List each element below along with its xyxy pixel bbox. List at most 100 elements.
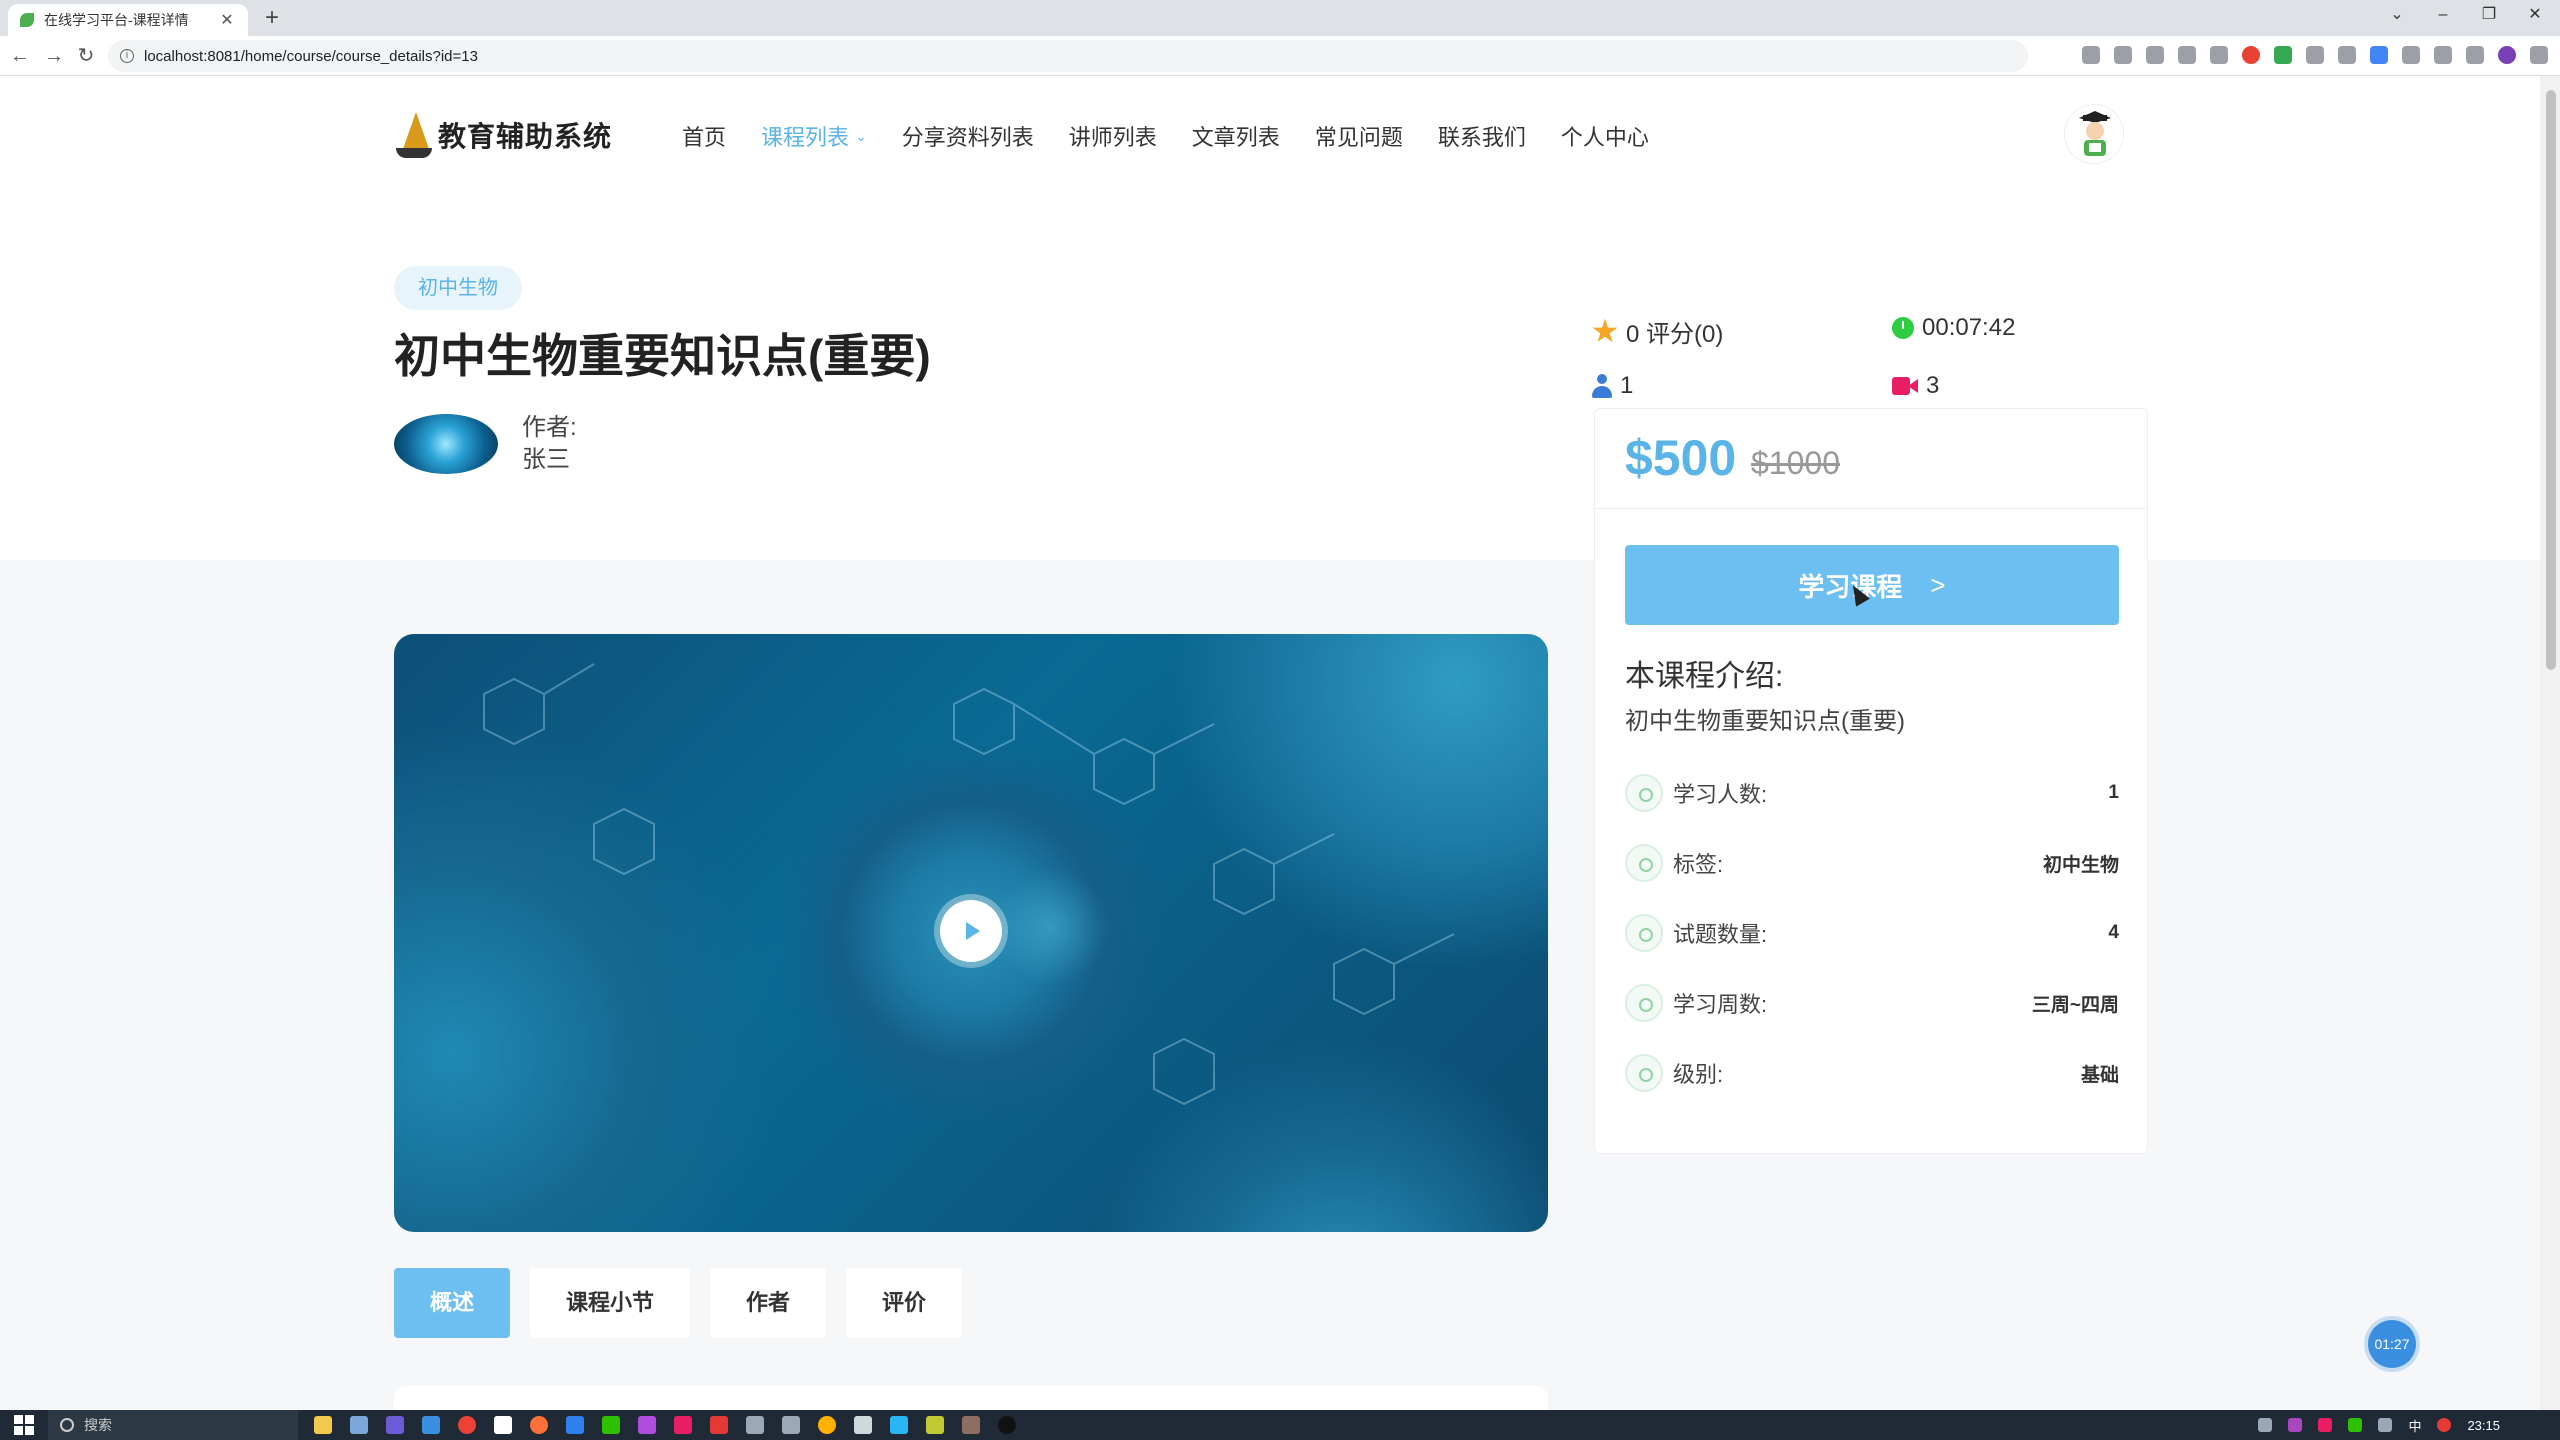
zoom-icon[interactable]: [2114, 46, 2132, 64]
volume-icon[interactable]: [2378, 1418, 2393, 1432]
tray-icon[interactable]: [2348, 1418, 2363, 1432]
back-arrow-icon[interactable]: ←: [6, 42, 34, 70]
restore-button[interactable]: ❐: [2466, 0, 2512, 32]
tray-icon[interactable]: [2258, 1418, 2273, 1432]
extension-icons: [2082, 46, 2548, 64]
site-info-icon[interactable]: i: [120, 49, 134, 63]
translate-extension-icon[interactable]: [2370, 46, 2388, 64]
app-icon[interactable]: [746, 1416, 764, 1434]
nav-contact[interactable]: 联系我们: [1438, 120, 1526, 152]
course-title: 初中生物重要知识点(重要): [394, 330, 931, 382]
taskbar-search[interactable]: 搜索: [48, 1410, 298, 1440]
tab-author[interactable]: 作者: [710, 1268, 827, 1338]
app-icon[interactable]: [566, 1416, 584, 1434]
info-value: 初中生物: [2042, 854, 2119, 876]
app-icon[interactable]: [494, 1416, 512, 1434]
file-explorer-icon[interactable]: [314, 1416, 332, 1434]
sailboat-logo-icon: [394, 112, 434, 158]
price-row: $500 $1000: [1595, 409, 2147, 509]
share-icon[interactable]: [2146, 46, 2164, 64]
tab-search-icon[interactable]: ⌄: [2374, 0, 2420, 32]
course-tag-badge[interactable]: 初中生物: [394, 266, 522, 310]
app-icon[interactable]: [422, 1416, 440, 1434]
new-tab-button[interactable]: +: [258, 4, 286, 32]
app-icon[interactable]: [962, 1416, 980, 1434]
app-icon[interactable]: [674, 1416, 692, 1434]
nav-shared-materials[interactable]: 分享资料列表: [902, 120, 1034, 152]
site-logo[interactable]: 教育辅助系统: [394, 112, 612, 158]
os-taskbar: 搜索 中 23:15: [0, 1410, 2560, 1440]
key-icon[interactable]: [2082, 46, 2100, 64]
app-icon[interactable]: [854, 1416, 872, 1434]
info-label: 学习人数:: [1673, 782, 1768, 807]
browser-tab[interactable]: 在线学习平台-课程详情 ✕: [8, 4, 248, 36]
app-icon[interactable]: [998, 1416, 1016, 1434]
tab-sections[interactable]: 课程小节: [530, 1268, 691, 1338]
info-row-tag: 标签: 初中生物: [1625, 843, 2119, 883]
tray-icon[interactable]: [2318, 1418, 2333, 1432]
tab-reviews[interactable]: 评价: [846, 1268, 963, 1338]
tab-overview[interactable]: 概述: [394, 1268, 511, 1338]
rating-text: 0 评分(0): [1626, 321, 1724, 348]
taskbar-apps: [314, 1416, 1016, 1434]
nav-lecturers[interactable]: 讲师列表: [1069, 120, 1157, 152]
clock-text[interactable]: 23:15: [2467, 1418, 2500, 1433]
address-bar[interactable]: i localhost:8081/home/course/course_deta…: [108, 40, 2028, 72]
wechat-icon[interactable]: [602, 1416, 620, 1434]
info-value: 1: [2108, 782, 2119, 803]
profile-avatar-icon[interactable]: [2498, 46, 2516, 64]
close-tab-icon[interactable]: ✕: [218, 10, 236, 30]
taskbar-search-label: 搜索: [84, 1417, 112, 1433]
minimize-button[interactable]: –: [2420, 0, 2466, 32]
app-icon[interactable]: [890, 1416, 908, 1434]
study-course-button[interactable]: 学习课程 >: [1625, 545, 2119, 625]
nav-personal-center[interactable]: 个人中心: [1561, 120, 1649, 152]
current-price: $500: [1625, 430, 1737, 486]
app-icon[interactable]: [926, 1416, 944, 1434]
chrome-icon[interactable]: [458, 1416, 476, 1434]
tray-icon[interactable]: [2437, 1418, 2452, 1432]
play-video-button[interactable]: [940, 900, 1002, 962]
course-intro-text: 初中生物重要知识点(重要): [1625, 708, 1905, 735]
reload-icon[interactable]: ↻: [72, 42, 100, 70]
author-label: 作者:: [522, 414, 577, 441]
course-purchase-card: $500 $1000 学习课程 > 本课程介绍: 初中生物重要知识点(重要) 学…: [1594, 408, 2148, 1154]
videos-count: 3: [1926, 372, 1940, 399]
timer-bubble[interactable]: 01:27: [2368, 1320, 2416, 1368]
more-menu-icon[interactable]: [2530, 46, 2548, 64]
download-icon[interactable]: [2434, 46, 2452, 64]
url-text: localhost:8081/home/course/course_detail…: [144, 47, 478, 65]
scrollbar-thumb[interactable]: [2546, 90, 2556, 670]
tray-icon[interactable]: [2288, 1418, 2303, 1432]
close-window-button[interactable]: ✕: [2512, 0, 2558, 32]
ime-indicator[interactable]: 中: [2408, 1416, 2421, 1435]
forward-arrow-icon[interactable]: →: [40, 42, 68, 70]
star-icon: [1592, 318, 1618, 343]
windows-start-icon[interactable]: [14, 1415, 34, 1435]
nav-home[interactable]: 首页: [682, 120, 726, 152]
students-stat: 1: [1592, 372, 1633, 400]
app-icon[interactable]: [710, 1416, 728, 1434]
user-avatar[interactable]: [2064, 104, 2124, 164]
copy-extension-icon[interactable]: [2306, 46, 2324, 64]
info-value: 基础: [2080, 1064, 2119, 1086]
app-icon[interactable]: [818, 1416, 836, 1434]
nav-faq[interactable]: 常见问题: [1315, 120, 1403, 152]
camera-extension-icon[interactable]: [2210, 46, 2228, 64]
main-nav: 首页 课程列表 ⌄ 分享资料列表 讲师列表 文章列表 常见问题 联系我们 个人中心: [682, 120, 1684, 152]
info-value: 三周~四周: [2031, 994, 2119, 1016]
filter-extension-icon[interactable]: [2338, 46, 2356, 64]
app-icon[interactable]: [782, 1416, 800, 1434]
info-label: 级别:: [1673, 1062, 1724, 1087]
app-icon[interactable]: [350, 1416, 368, 1434]
firefox-icon[interactable]: [530, 1416, 548, 1434]
app-icon[interactable]: [386, 1416, 404, 1434]
nav-articles[interactable]: 文章列表: [1192, 120, 1280, 152]
green-extension-icon[interactable]: [2274, 46, 2292, 64]
shield-extension-icon[interactable]: [2242, 46, 2260, 64]
nav-course-list[interactable]: 课程列表 ⌄: [761, 120, 867, 152]
app-icon[interactable]: [638, 1416, 656, 1434]
side-panel-icon[interactable]: [2466, 46, 2484, 64]
puzzle-extensions-icon[interactable]: [2402, 46, 2420, 64]
bookmark-star-icon[interactable]: [2178, 46, 2196, 64]
